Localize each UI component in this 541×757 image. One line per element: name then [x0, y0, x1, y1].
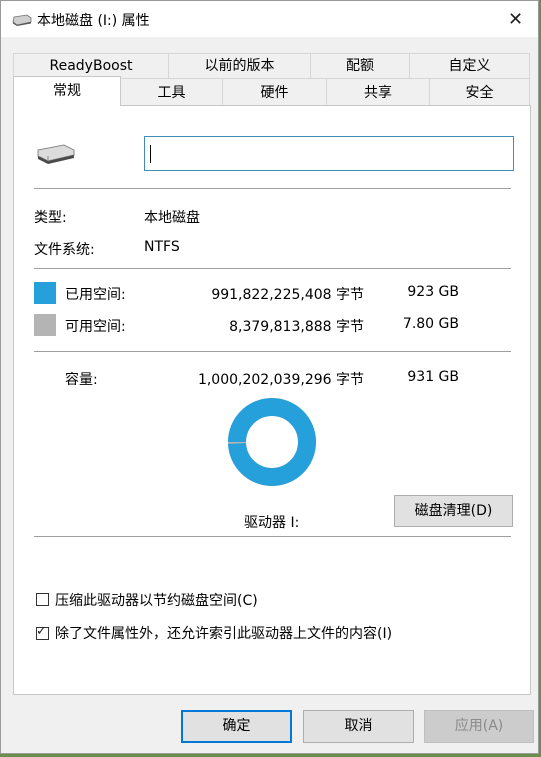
- used-space-size: 923 GB: [407, 284, 459, 300]
- ok-button[interactable]: 确定: [181, 710, 292, 743]
- tab-hardware[interactable]: 硬件: [222, 78, 327, 105]
- type-value: 本地磁盘: [144, 210, 200, 226]
- tab-customize[interactable]: 自定义: [409, 53, 530, 78]
- general-panel: 类型: 本地磁盘 文件系统: NTFS 已用空间: 991,822,225,40…: [13, 105, 531, 695]
- used-space-label: 已用空间:: [65, 287, 126, 303]
- index-checkbox[interactable]: ✓: [36, 624, 49, 640]
- tab-sharing[interactable]: 共享: [326, 78, 430, 105]
- drive-icon: [12, 14, 32, 26]
- window-title: 本地磁盘 (I:) 属性: [37, 13, 150, 29]
- cancel-button[interactable]: 取消: [303, 710, 414, 743]
- close-icon: ✕: [508, 9, 524, 30]
- used-space-arc: [228, 398, 316, 486]
- hard-drive-icon: [37, 144, 75, 164]
- disk-cleanup-button[interactable]: 磁盘清理(D): [394, 495, 513, 527]
- used-space-bytes: 991,822,225,408 字节: [211, 287, 364, 303]
- capacity-size: 931 GB: [407, 369, 459, 385]
- separator: [34, 351, 511, 352]
- used-space-swatch: [34, 282, 56, 304]
- separator: [34, 536, 511, 537]
- text-caret: [150, 145, 151, 163]
- close-button[interactable]: ✕: [492, 1, 538, 37]
- filesystem-label: 文件系统:: [34, 242, 95, 258]
- type-label: 类型:: [34, 210, 67, 226]
- apply-button[interactable]: 应用(A): [424, 710, 534, 743]
- tab-quota[interactable]: 配额: [310, 53, 410, 78]
- tab-previous-versions[interactable]: 以前的版本: [168, 53, 311, 78]
- tab-readyboost[interactable]: ReadyBoost: [13, 53, 169, 78]
- separator: [34, 268, 511, 269]
- free-space-size: 7.80 GB: [402, 316, 459, 332]
- filesystem-value: NTFS: [144, 239, 180, 255]
- tab-security[interactable]: 安全: [429, 78, 530, 105]
- drive-name-input[interactable]: [144, 136, 514, 171]
- disk-usage-donut: [228, 398, 316, 486]
- free-space-bytes: 8,379,813,888 字节: [229, 319, 364, 335]
- properties-dialog: 本地磁盘 (I:) 属性 ✕ ReadyBoost 以前的版本 配额 自定义 常…: [0, 0, 539, 754]
- capacity-bytes: 1,000,202,039,296 字节: [197, 372, 364, 388]
- compress-checkbox[interactable]: [36, 593, 49, 606]
- drive-letter-label: 驱动器 I:: [244, 515, 300, 531]
- check-icon: ✓: [36, 624, 47, 639]
- capacity-label: 容量:: [65, 372, 98, 388]
- title-bar: 本地磁盘 (I:) 属性 ✕: [1, 1, 538, 37]
- tab-general[interactable]: 常规: [13, 76, 121, 106]
- separator: [34, 188, 511, 189]
- free-space-swatch: [34, 314, 56, 336]
- tab-tools[interactable]: 工具: [120, 78, 223, 105]
- index-label: 除了文件属性外，还允许索引此驱动器上文件的内容(I): [55, 626, 393, 642]
- compress-label: 压缩此驱动器以节约磁盘空间(C): [55, 593, 258, 609]
- free-space-label: 可用空间:: [65, 319, 126, 335]
